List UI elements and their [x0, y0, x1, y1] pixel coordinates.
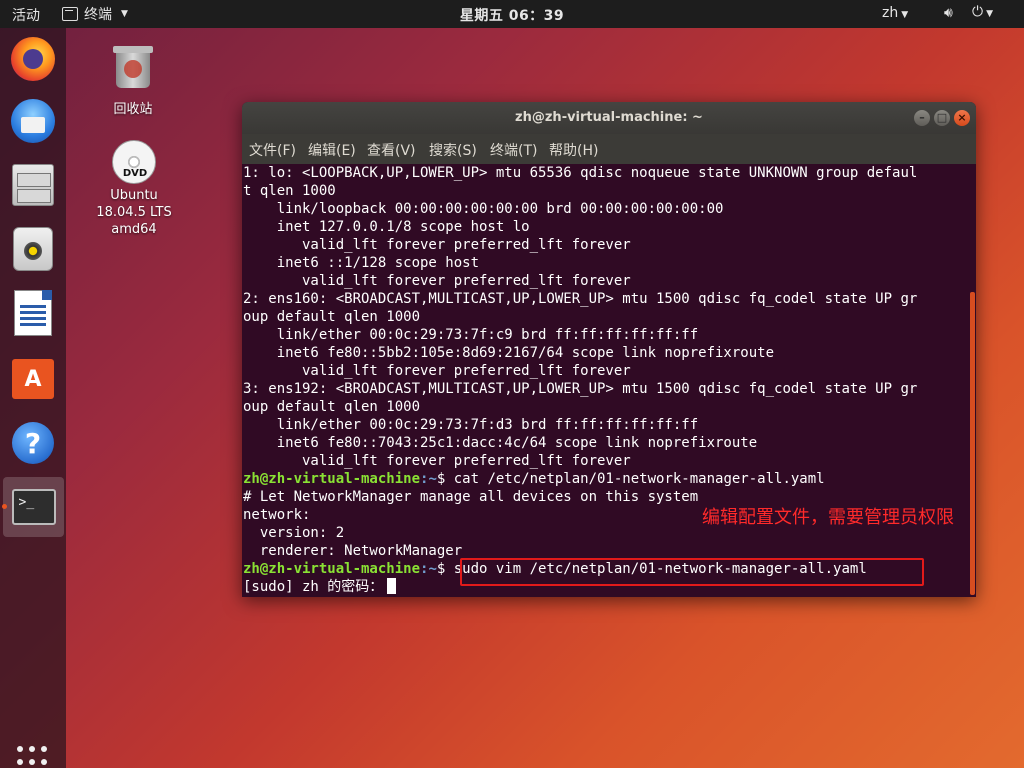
app-menu[interactable]: 终端 ▼	[62, 4, 128, 24]
dock-writer[interactable]	[8, 288, 58, 338]
chevron-down-icon: ▼	[901, 10, 909, 20]
terminal-line: link/ether 00:0c:29:73:7f:d3 brd ff:ff:f…	[243, 417, 699, 433]
dvd-text: DVD	[122, 168, 148, 179]
volume-icon[interactable]: 🔊︎	[944, 5, 953, 21]
dock-files[interactable]	[8, 160, 58, 210]
scrollbar[interactable]	[970, 292, 975, 595]
chevron-down-icon: ▼	[121, 9, 128, 19]
files-icon	[12, 164, 54, 206]
sudo-prompt: [sudo] zh 的密码：	[243, 579, 384, 595]
desktop-dvd[interactable]: DVD Ubuntu 18.04.5 LTS amd64	[90, 140, 178, 238]
title-bar[interactable]: zh@zh-virtual-machine: ~ – □ ×	[242, 102, 976, 134]
terminal-line: valid_lft forever preferred_lft forever	[243, 363, 631, 379]
clock[interactable]: 星期五 06：39	[460, 8, 564, 24]
close-button[interactable]: ×	[954, 110, 970, 126]
prompt-sign: $	[436, 471, 454, 487]
terminal-line: 1: lo: <LOOPBACK,UP,LOWER_UP> mtu 65536 …	[243, 165, 918, 181]
maximize-button[interactable]: □	[934, 110, 950, 126]
prompt-user: zh@zh-virtual-machine	[243, 561, 421, 577]
grid-dot-icon	[17, 746, 23, 752]
terminal-line: inet 127.0.0.1/8 scope host lo	[243, 219, 530, 235]
menu-help[interactable]: 帮助(H)	[549, 140, 598, 160]
grid-dot-icon	[41, 758, 47, 765]
terminal-line: valid_lft forever preferred_lft forever	[243, 273, 631, 289]
grid-dot-icon	[29, 746, 35, 752]
terminal-icon	[62, 7, 78, 21]
top-bar: 活动 终端 ▼ 星期五 06：39 zh ▼ 🔊︎ ⏻ ▼	[0, 0, 1024, 28]
menu-view[interactable]: 查看(V)	[367, 140, 416, 160]
maximize-icon: □	[936, 111, 948, 124]
close-icon: ×	[957, 111, 967, 124]
dock: A ? >_	[0, 28, 66, 768]
grid-dot-icon	[41, 746, 47, 752]
dock-firefox[interactable]	[8, 34, 58, 84]
terminal-line: inet6 fe80::7043:25c1:dacc:4c/64 scope l…	[243, 435, 758, 451]
system-menu[interactable]: ⏻ ▼	[972, 4, 993, 20]
dock-thunderbird[interactable]	[8, 96, 58, 146]
dvd-icon: DVD	[112, 140, 156, 184]
chevron-down-icon: ▼	[986, 9, 993, 19]
text-cursor	[387, 578, 397, 594]
menu-file[interactable]: 文件(F)	[249, 140, 296, 160]
annotation-text: 编辑配置文件，需要管理员权限	[702, 507, 954, 528]
terminal-line: valid_lft forever preferred_lft forever	[243, 237, 631, 253]
dvd-label-line1: Ubuntu	[110, 188, 158, 203]
terminal-line: oup default qlen 1000	[243, 399, 421, 415]
input-method-menu[interactable]: zh ▼	[882, 5, 908, 21]
firefox-icon	[11, 37, 55, 81]
menu-bar: 文件(F) 编辑(E) 查看(V) 搜索(S) 终端(T) 帮助(H)	[242, 134, 976, 164]
terminal-line: valid_lft forever preferred_lft forever	[243, 453, 631, 469]
help-icon: ?	[12, 422, 54, 464]
terminal-output[interactable]: 1: lo: <LOOPBACK,UP,LOWER_UP> mtu 65536 …	[242, 164, 970, 597]
menu-terminal[interactable]: 终端(T)	[490, 140, 537, 160]
dock-rhythmbox[interactable]	[8, 224, 58, 274]
trash-label: 回收站	[113, 102, 153, 117]
dock-terminal[interactable]: >_	[3, 477, 64, 537]
thunderbird-icon	[11, 99, 55, 143]
terminal-line: 2: ens160: <BROADCAST,MULTICAST,UP,LOWER…	[243, 291, 918, 307]
running-indicator	[2, 504, 7, 509]
menu-edit[interactable]: 编辑(E)	[308, 140, 356, 160]
prompt-path: :~	[420, 471, 437, 487]
menu-search[interactable]: 搜索(S)	[429, 140, 477, 160]
terminal-line: t qlen 1000	[243, 183, 336, 199]
window-title: zh@zh-virtual-machine: ~	[515, 110, 703, 125]
activities-button[interactable]: 活动	[12, 5, 40, 25]
dvd-label-line3: amd64	[111, 222, 157, 237]
desktop-trash[interactable]: 回收站	[96, 46, 170, 117]
software-center-icon: A	[12, 359, 54, 399]
dvd-label-line2: 18.04.5 LTS	[96, 205, 172, 220]
prompt-user: zh@zh-virtual-machine	[243, 471, 421, 487]
dock-software[interactable]: A	[8, 354, 58, 404]
command-text: cat /etc/netplan/01-network-manager-all.…	[453, 471, 825, 487]
prompt-line: zh@zh-virtual-machine:~$ cat /etc/netpla…	[243, 470, 970, 488]
terminal-line: inet6 fe80::5bb2:105e:8d69:2167/64 scope…	[243, 345, 775, 361]
terminal-line: link/ether 00:0c:29:73:7f:c9 brd ff:ff:f…	[243, 327, 699, 343]
input-method-label: zh	[882, 5, 899, 21]
terminal-icon: >_	[11, 489, 56, 525]
terminal-line: oup default qlen 1000	[243, 309, 421, 325]
terminal-line: link/loopback 00:00:00:00:00:00 brd 00:0…	[243, 201, 724, 217]
minimize-icon: –	[919, 111, 925, 124]
power-icon: ⏻	[972, 4, 984, 20]
grid-dot-icon	[29, 758, 35, 765]
terminal-line: 3: ens192: <BROADCAST,MULTICAST,UP,LOWER…	[243, 381, 918, 397]
terminal-line: inet6 ::1/128 scope host	[243, 255, 480, 271]
grid-dot-icon	[17, 758, 23, 765]
libreoffice-writer-icon	[14, 290, 52, 336]
show-applications-button[interactable]	[17, 746, 49, 768]
minimize-button[interactable]: –	[914, 110, 930, 126]
prompt-path: :~	[420, 561, 437, 577]
app-menu-label: 终端	[84, 7, 112, 23]
annotation-highlight-box	[460, 558, 924, 586]
dock-help[interactable]: ?	[8, 418, 58, 468]
rhythmbox-icon	[13, 227, 53, 271]
trash-icon	[113, 46, 153, 88]
prompt-sign: $	[436, 561, 454, 577]
